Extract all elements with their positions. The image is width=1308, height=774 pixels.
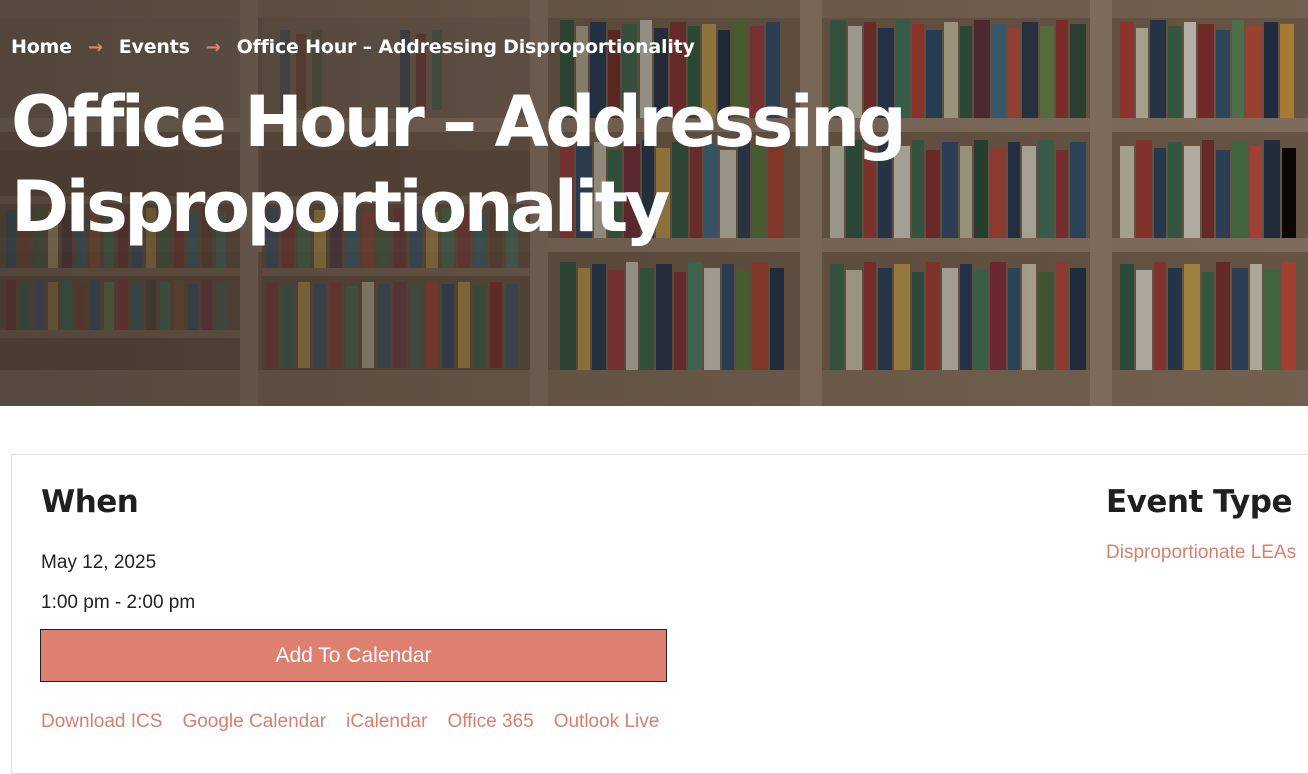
google-calendar-link[interactable]: Google Calendar (182, 711, 326, 733)
breadcrumb-events-link[interactable]: Events (119, 36, 190, 58)
calendar-links: Download ICS Google Calendar iCalendar O… (41, 711, 659, 733)
event-type-link[interactable]: Disproportionate LEAs (1106, 542, 1296, 564)
when-heading: When (41, 484, 139, 520)
add-to-calendar-button[interactable]: Add To Calendar (40, 629, 667, 682)
page-title: Office Hour – Addressing Disproportional… (11, 80, 931, 250)
arrow-right-icon: → (87, 36, 103, 58)
arrow-right-icon: → (205, 36, 221, 58)
page-title-line-1: Office Hour – Addressing (11, 81, 907, 163)
outlook-live-link[interactable]: Outlook Live (554, 711, 660, 733)
event-date: May 12, 2025 (41, 552, 157, 573)
icalendar-link[interactable]: iCalendar (346, 711, 427, 733)
office-365-link[interactable]: Office 365 (447, 711, 533, 733)
event-time: 1:00 pm - 2:00 pm (41, 592, 196, 613)
breadcrumb-home-link[interactable]: Home (11, 36, 72, 58)
hero-banner: Home → Events → Office Hour – Addressing… (0, 0, 1308, 406)
breadcrumb-current: Office Hour – Addressing Disproportional… (236, 36, 695, 58)
download-ics-link[interactable]: Download ICS (41, 711, 162, 733)
breadcrumb: Home → Events → Office Hour – Addressing… (11, 36, 695, 58)
page-title-line-2: Disproportionality (11, 166, 670, 248)
event-type-heading: Event Type (1106, 484, 1292, 520)
